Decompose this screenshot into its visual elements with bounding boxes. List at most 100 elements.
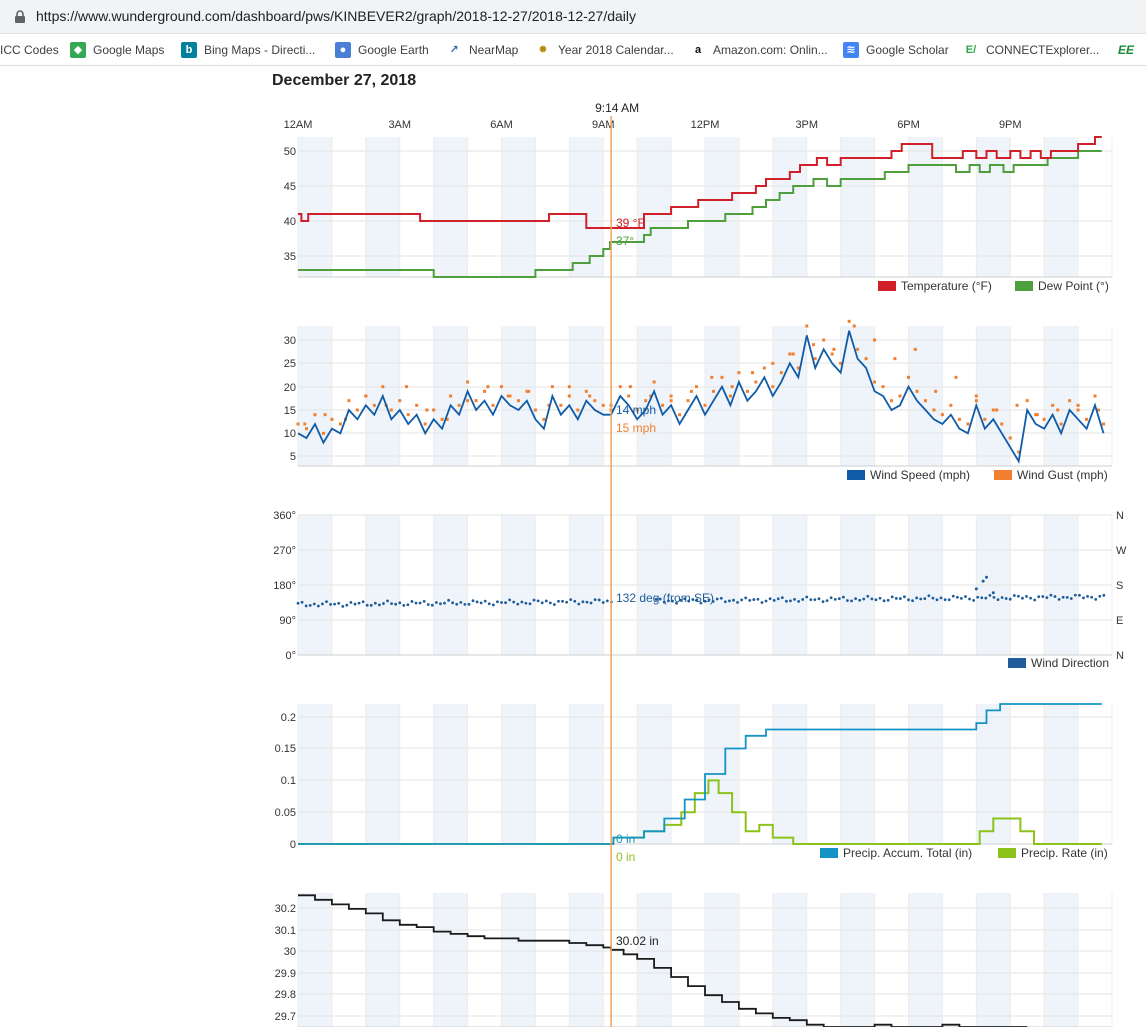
wind-gust-point (1076, 408, 1080, 412)
wind-direction-point (1037, 595, 1041, 599)
compass-tick-label: E (1116, 615, 1123, 627)
wind-direction-point (821, 600, 825, 604)
wind-direction-point (561, 599, 564, 603)
wind-direction-point (321, 602, 324, 606)
wind-gust-point (296, 422, 300, 426)
wind-direction-point (304, 604, 308, 608)
wind-direction-point (825, 599, 829, 603)
wind-direction-point (764, 599, 768, 603)
wind-direction-point (882, 599, 886, 603)
wind-gust-point (618, 385, 622, 389)
legend-label: Wind Speed (mph) (870, 468, 970, 482)
wind-direction-point (985, 575, 989, 579)
wind-direction-point (833, 597, 837, 601)
wind-direction-point (797, 599, 801, 603)
wind-direction-point (467, 602, 471, 606)
y-tick-label: 360° (273, 510, 296, 522)
wind-direction-point (981, 579, 985, 583)
wind-direction-point (976, 595, 980, 599)
wind-direction-point (463, 602, 467, 606)
wind-direction-point (410, 600, 414, 603)
wind-gust-point (1085, 417, 1089, 421)
wind-direction-point (841, 595, 845, 599)
wind-direction-point (850, 599, 853, 603)
hour-band (433, 704, 468, 844)
wind-direction-point (329, 602, 332, 606)
hour-band (569, 326, 604, 466)
wind-gust-point (915, 389, 919, 393)
wind-direction-point (1078, 593, 1081, 597)
wind-gust-point (847, 319, 851, 323)
wind-gust-point (533, 408, 537, 412)
y-tick-label: 35 (284, 251, 296, 263)
wind-gust-point (852, 324, 856, 328)
wind-direction-point (968, 597, 971, 601)
wind-direction-point (996, 598, 1000, 602)
wind-direction-point (911, 599, 914, 603)
wind-direction-point (337, 601, 341, 605)
wind-direction-point (597, 598, 601, 602)
wind-direction-point (455, 602, 459, 606)
wind-gust-point (628, 385, 632, 389)
wind-direction-point (422, 599, 426, 603)
wind-gust-point (506, 394, 510, 398)
wind-gust-point (652, 380, 656, 384)
wind-gust-point (491, 403, 495, 407)
wind-direction-point (785, 599, 788, 603)
wind-gust-point (1035, 413, 1039, 417)
wind-direction-point (361, 600, 365, 604)
wind-gust-point (771, 361, 775, 365)
wind-direction-point (1008, 597, 1012, 601)
wind-gust-point (304, 427, 308, 431)
wind-direction-point (605, 599, 609, 603)
wind-gust-point (483, 389, 487, 393)
wind-direction-point (540, 601, 544, 605)
wind-gust-point (449, 394, 453, 398)
wind-gust-point (627, 394, 631, 398)
hour-band (298, 893, 332, 1027)
wind-direction-point (1069, 597, 1073, 600)
wind-gust-point (303, 422, 307, 426)
wind-direction-point (345, 603, 349, 607)
wind-direction-point (768, 597, 772, 601)
wind-direction-point (1029, 596, 1032, 600)
wind-gust-point (893, 357, 897, 361)
hour-band (569, 704, 604, 844)
wind-direction-point (516, 602, 520, 606)
wind-direction-point (801, 598, 805, 601)
wind-direction-point (496, 600, 499, 604)
wind-gust-point (711, 389, 715, 393)
wind-direction-point (866, 594, 870, 598)
wind-direction-point (430, 603, 434, 607)
wind-gust-point (966, 422, 970, 426)
wind-gust-point (822, 338, 826, 342)
wind-direction-point (418, 601, 422, 605)
wind-direction-point (573, 599, 577, 603)
y-tick-label: 29.7 (275, 1011, 296, 1023)
y-tick-label: 270° (273, 545, 296, 557)
wind-direction-point (414, 601, 418, 605)
wind-direction-point (532, 598, 536, 602)
wind-direction-point (1065, 595, 1069, 599)
wind-gust-point (873, 380, 877, 384)
wind-gust-point (957, 417, 961, 421)
wind-gust-point (567, 385, 571, 389)
wind-gust-point (907, 375, 910, 379)
wind-gust-point (832, 347, 836, 351)
x-tick-label: 12PM (691, 119, 720, 131)
hour-band (976, 326, 1011, 466)
wind-direction-point (569, 598, 573, 602)
wind-gust-point (750, 371, 754, 375)
hour-band (1044, 704, 1079, 844)
wind-direction-point (972, 599, 976, 602)
wind-gust-point (771, 385, 775, 389)
wind-direction-point (434, 601, 438, 604)
wind-direction-point (308, 603, 312, 607)
hour-band (976, 893, 1011, 1027)
wind-direction-point (1094, 598, 1098, 601)
x-tick-label: 3AM (388, 119, 411, 131)
wind-gust-point (313, 413, 317, 417)
wind-direction-point (483, 599, 487, 603)
wind-gust-point (730, 385, 734, 389)
wind-direction-point (862, 597, 866, 601)
